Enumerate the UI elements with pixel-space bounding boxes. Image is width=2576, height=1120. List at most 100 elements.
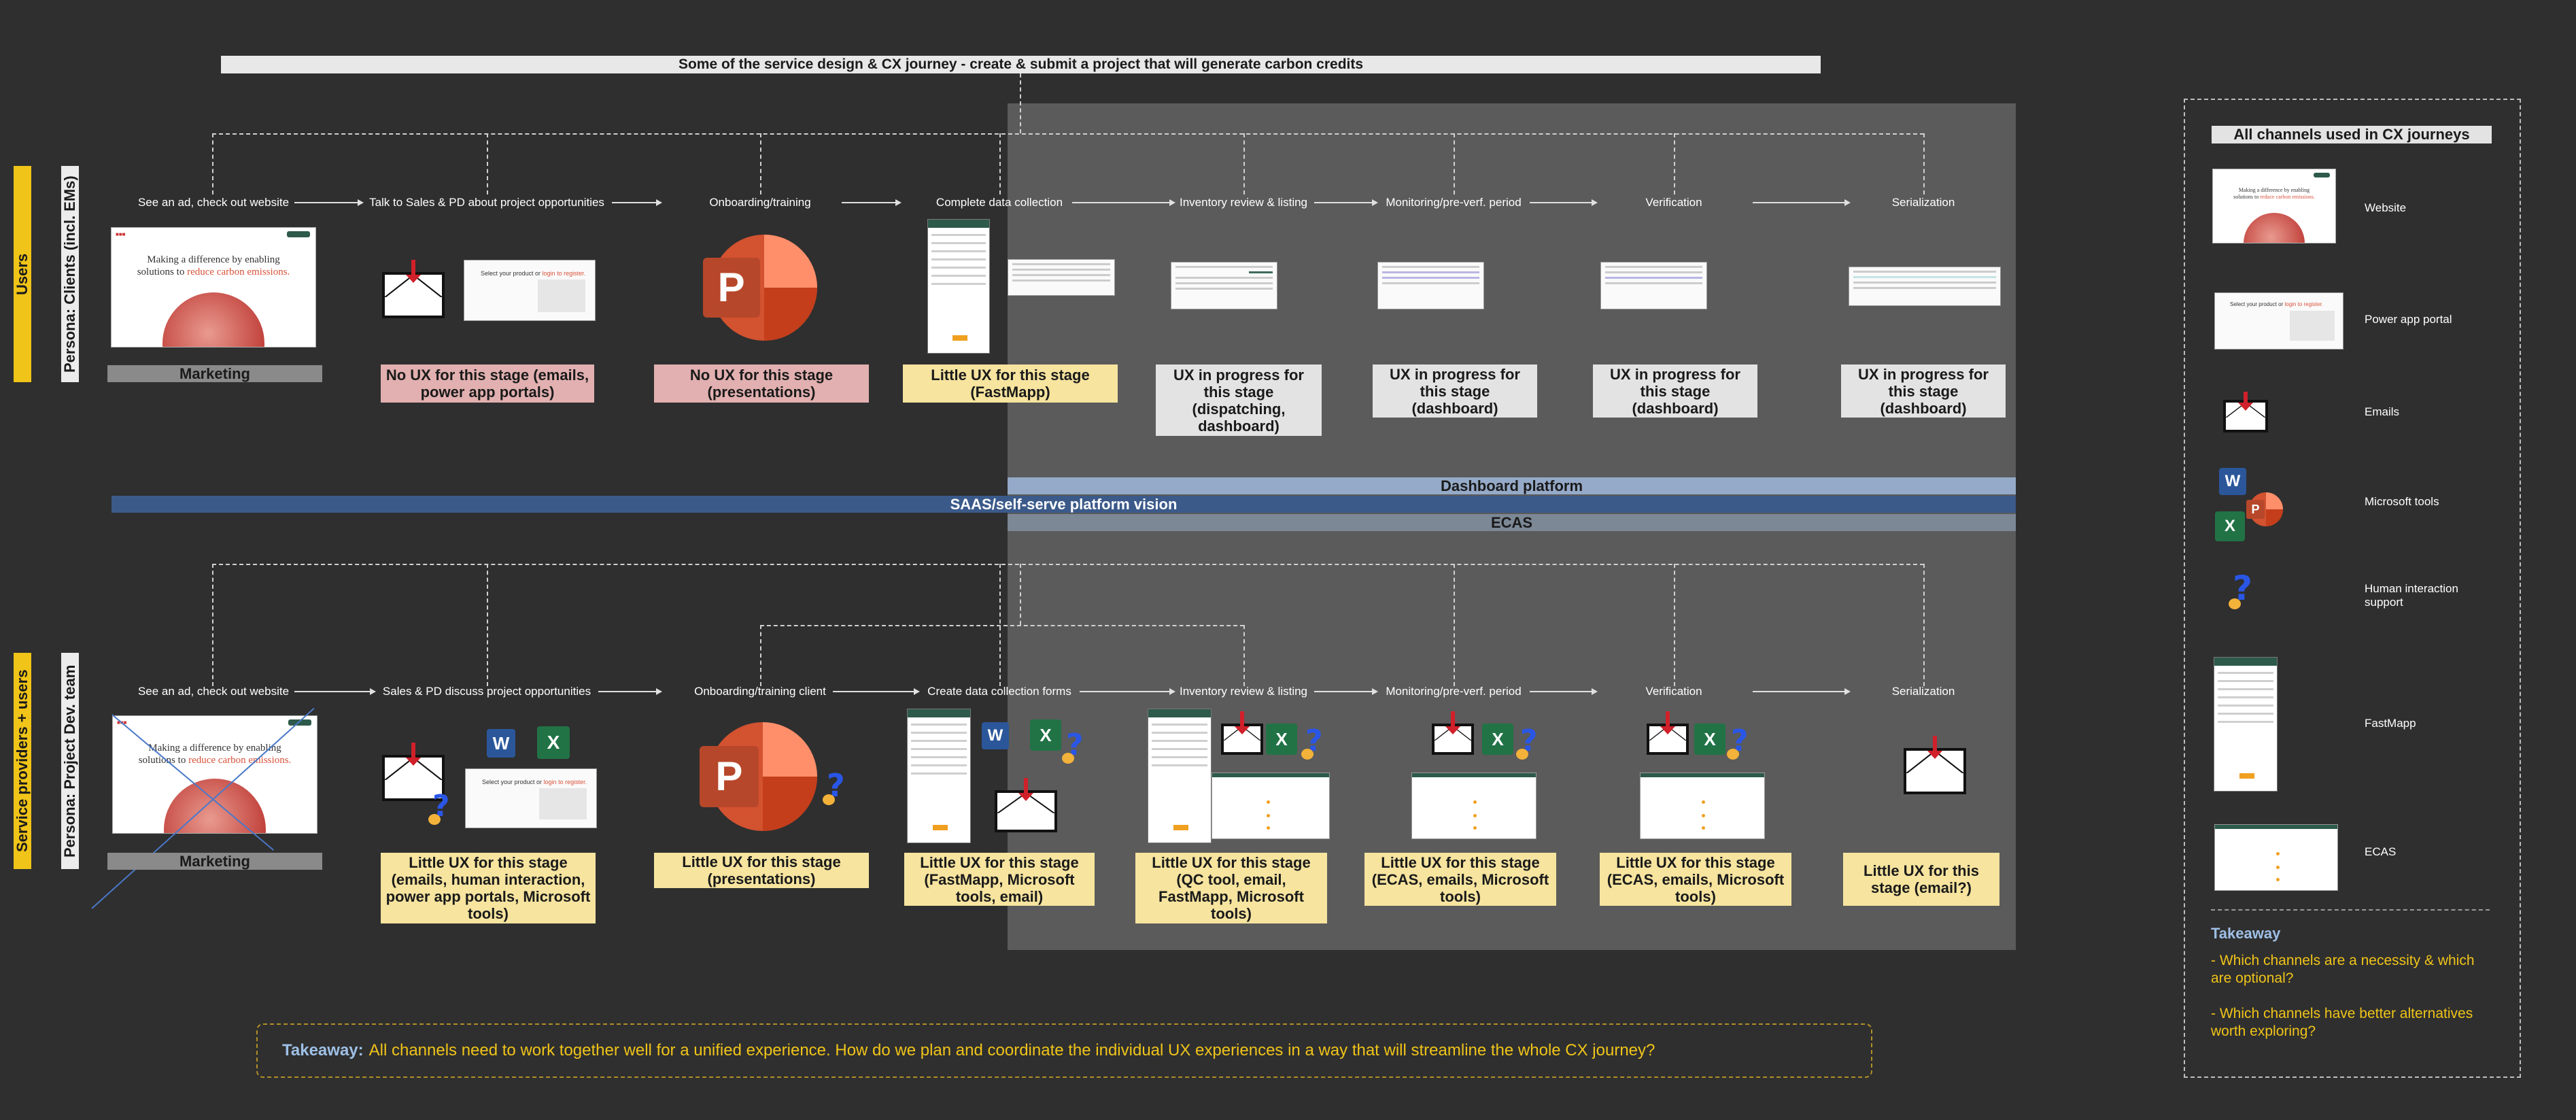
top-note-8: UX in progress for this stage (dashboard… — [1841, 364, 2006, 418]
bottom-stage-5: Inventory review & listing — [1179, 685, 1308, 698]
top-note-2: No UX for this stage (emails, power app … — [381, 364, 594, 403]
legend-label-power-app-portal: Power app portal — [2365, 313, 2452, 326]
top-stage-1: See an ad, check out website — [137, 196, 290, 209]
data-table-screenshot — [1008, 259, 1115, 296]
human-interaction-icon: ? — [2229, 569, 2252, 609]
providers-row-label: Service providers + users — [14, 653, 31, 869]
top-stage-4: Complete data collection — [935, 196, 1063, 209]
legend-label-emails: Emails — [2365, 405, 2400, 418]
top-stage-8: Serialization — [1891, 196, 1955, 209]
connector — [1243, 625, 1245, 686]
flow-arrow — [294, 199, 364, 206]
flow-arrow — [1072, 199, 1175, 206]
bottom-stage-8: Serialization — [1891, 685, 1955, 698]
flow-arrow — [1753, 199, 1851, 206]
connector — [212, 564, 1924, 565]
excel-icon: X — [1030, 719, 1061, 751]
connector — [1020, 564, 1021, 625]
bottom-note-6: Little UX for this stage (ECAS, emails, … — [1364, 853, 1556, 906]
bottom-stage-2: Sales & PD discuss project opportunities — [382, 685, 591, 698]
connector — [487, 133, 488, 194]
flow-arrow — [842, 199, 901, 206]
connector — [999, 564, 1001, 686]
flow-arrow — [1314, 688, 1378, 695]
qc-tool-screenshot — [1212, 773, 1330, 839]
site-logo: ■■■ — [116, 231, 126, 237]
email-icon — [1647, 711, 1689, 755]
legend-title: All channels used in CX journeys — [2212, 126, 2492, 143]
email-icon — [1904, 736, 1966, 794]
fastmapp-screenshot — [907, 709, 971, 843]
site-nav-button — [287, 231, 310, 237]
takeaway-heading: Takeaway: — [282, 1041, 364, 1059]
flow-arrow — [1530, 199, 1598, 206]
top-stage-3: Onboarding/training — [709, 196, 811, 209]
top-stage-2: Talk to Sales & PD about project opportu… — [369, 196, 604, 209]
connector — [487, 564, 488, 686]
email-icon — [1221, 711, 1263, 755]
human-interaction-icon: ? — [1062, 728, 1084, 764]
bottom-stage-6: Monitoring/pre-verf. period — [1386, 685, 1522, 698]
top-note-5: UX in progress for this stage (dispatchi… — [1156, 364, 1322, 436]
top-note-6: UX in progress for this stage (dashboard… — [1373, 364, 1537, 418]
ecas-screenshot — [1640, 773, 1765, 839]
human-interaction-icon: ? — [1516, 724, 1538, 760]
human-interaction-icon: ? — [428, 789, 450, 825]
fastmapp-legend-thumb — [2214, 657, 2278, 792]
bottom-note-4: Little UX for this stage (FastMapp, Micr… — [904, 853, 1095, 906]
connector — [1923, 564, 1925, 686]
legend-label-fastmapp: FastMapp — [2365, 717, 2416, 730]
dashboard-screenshot — [1600, 262, 1707, 309]
connector — [212, 133, 213, 194]
human-interaction-icon: ? — [1727, 724, 1749, 760]
word-icon: W — [487, 729, 515, 758]
ecas-band: ECAS — [1008, 514, 2016, 531]
top-stage-5: Inventory review & listing — [1179, 196, 1308, 209]
email-legend-icon — [2223, 392, 2268, 432]
word-icon: W — [2219, 468, 2246, 495]
flow-arrow — [1753, 688, 1851, 695]
excel-icon: X — [1694, 724, 1725, 755]
pd-team-persona-label: Persona: Project Dev. team — [61, 653, 79, 869]
email-icon — [995, 778, 1057, 832]
flow-arrow — [294, 688, 376, 695]
flow-arrow — [1530, 688, 1598, 695]
legend-label-human-interaction: Human interaction support — [2365, 582, 2458, 609]
connector — [1674, 133, 1675, 194]
site-hero-text: Making a difference by enabling solutions… — [137, 254, 290, 277]
side-takeaway-heading: Takeaway — [2211, 925, 2281, 942]
top-stage-6: Monitoring/pre-verf. period — [1386, 196, 1522, 209]
clients-persona-label: Persona: Clients (incl. EMs) — [61, 166, 79, 382]
connector — [1674, 564, 1675, 686]
excel-icon: X — [2215, 511, 2245, 541]
connector — [212, 564, 213, 686]
power-app-portal-screenshot: Select your product or login to register… — [465, 768, 597, 828]
portal-prompt-text: Select your product or login to register… — [482, 779, 587, 785]
takeaway-banner: Takeaway: All channels need to work toge… — [256, 1023, 1872, 1078]
side-takeaway-point-2: - Which channels have better alternative… — [2211, 1006, 2473, 1039]
ecas-legend-thumb — [2214, 824, 2338, 891]
powerpoint-icon: P — [700, 722, 817, 831]
flow-arrow — [1080, 688, 1175, 695]
connector — [1454, 564, 1455, 686]
bottom-note-7: Little UX for this stage (ECAS, emails, … — [1600, 853, 1791, 906]
connector — [1923, 133, 1925, 194]
top-note-7: UX in progress for this stage (dashboard… — [1593, 364, 1757, 418]
connector — [1020, 73, 1021, 133]
top-note-4: Little UX for this stage (FastMapp) — [903, 364, 1118, 403]
legend-label-microsoft-tools: Microsoft tools — [2365, 495, 2439, 508]
legend-divider — [2211, 909, 2490, 911]
portal-prompt-text: Select your product or login to register… — [481, 270, 586, 277]
dashboard-screenshot — [1377, 262, 1484, 309]
bottom-note-2: Little UX for this stage (emails, human … — [381, 853, 596, 923]
email-icon — [382, 260, 445, 318]
excel-icon: X — [1482, 724, 1513, 755]
connector — [1454, 133, 1455, 194]
website-screenshot: ■■■ Making a difference by enabling solut… — [111, 227, 316, 347]
website-legend-thumb: Making a difference by enabling solutions… — [2212, 169, 2336, 243]
flow-arrow — [1314, 199, 1378, 206]
saas-platform-band: SAAS/self-serve platform vision — [111, 496, 2016, 513]
bottom-note-1: Marketing — [107, 853, 322, 870]
connector — [760, 625, 761, 686]
top-note-1: Marketing — [107, 365, 322, 382]
